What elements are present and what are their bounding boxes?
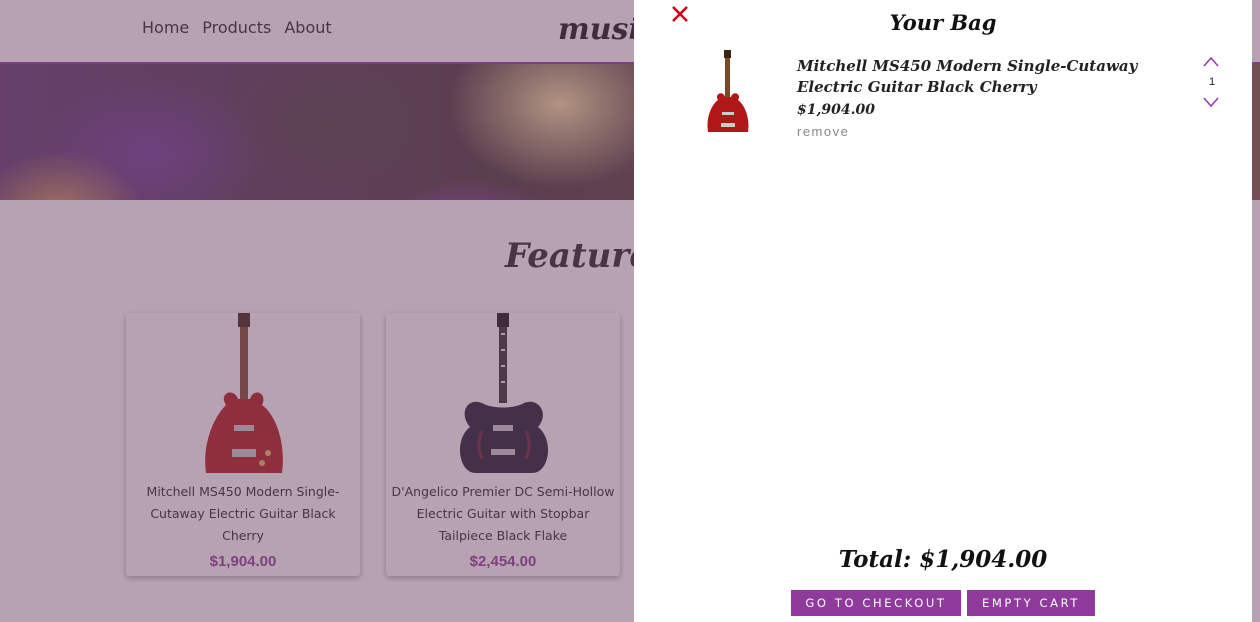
chevron-up-icon[interactable]	[1203, 56, 1219, 68]
cart-drawer: Your Bag Mitchell MS450 Modern Single-Cu…	[634, 0, 1252, 622]
chevron-down-icon[interactable]	[1203, 96, 1219, 108]
cart-title: Your Bag	[889, 10, 997, 35]
cart-item-name: Mitchell MS450 Modern Single-Cutaway Ele…	[797, 57, 1138, 96]
quantity-value: 1	[1208, 76, 1216, 88]
cart-total: Total: $1,904.00	[838, 546, 1048, 573]
empty-cart-button[interactable]: EMPTY CART	[967, 590, 1095, 616]
red-electric-guitar-image	[707, 50, 749, 132]
checkout-button[interactable]: GO TO CHECKOUT	[791, 590, 961, 616]
cart-item-price: $1,904.00	[797, 102, 875, 118]
remove-button[interactable]: remove	[797, 124, 849, 139]
